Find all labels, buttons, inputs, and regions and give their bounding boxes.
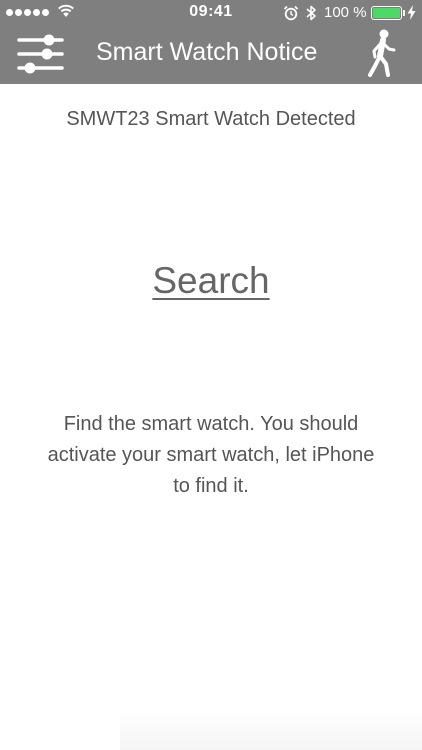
settings-sliders-button[interactable] xyxy=(16,30,66,78)
search-label[interactable]: Search xyxy=(152,260,269,301)
battery-percent: 100 % xyxy=(324,4,367,21)
bluetooth-icon xyxy=(306,5,316,21)
app-screen: 09:41 100 % Smart Watch Notice SMWT23 Sm… xyxy=(0,0,422,750)
sliders-icon xyxy=(17,34,64,74)
walking-person-icon xyxy=(368,29,396,77)
battery-fill xyxy=(373,8,400,18)
status-bar: 09:41 100 % xyxy=(0,0,422,26)
battery-icon xyxy=(371,6,405,20)
walk-mode-button[interactable] xyxy=(364,28,402,80)
device-detected-label: SMWT23 Smart Watch Detected xyxy=(66,108,356,130)
instructions-text: Find the smart watch. You should activat… xyxy=(47,413,375,497)
charging-bolt-icon xyxy=(407,5,416,20)
header: 09:41 100 % Smart Watch Notice xyxy=(0,0,422,84)
navigation-bar: Smart Watch Notice xyxy=(0,26,422,84)
page-title: Smart Watch Notice xyxy=(96,38,318,66)
search-button[interactable]: Search xyxy=(0,260,422,302)
alarm-icon xyxy=(283,5,299,21)
bottom-shadow xyxy=(120,710,422,750)
